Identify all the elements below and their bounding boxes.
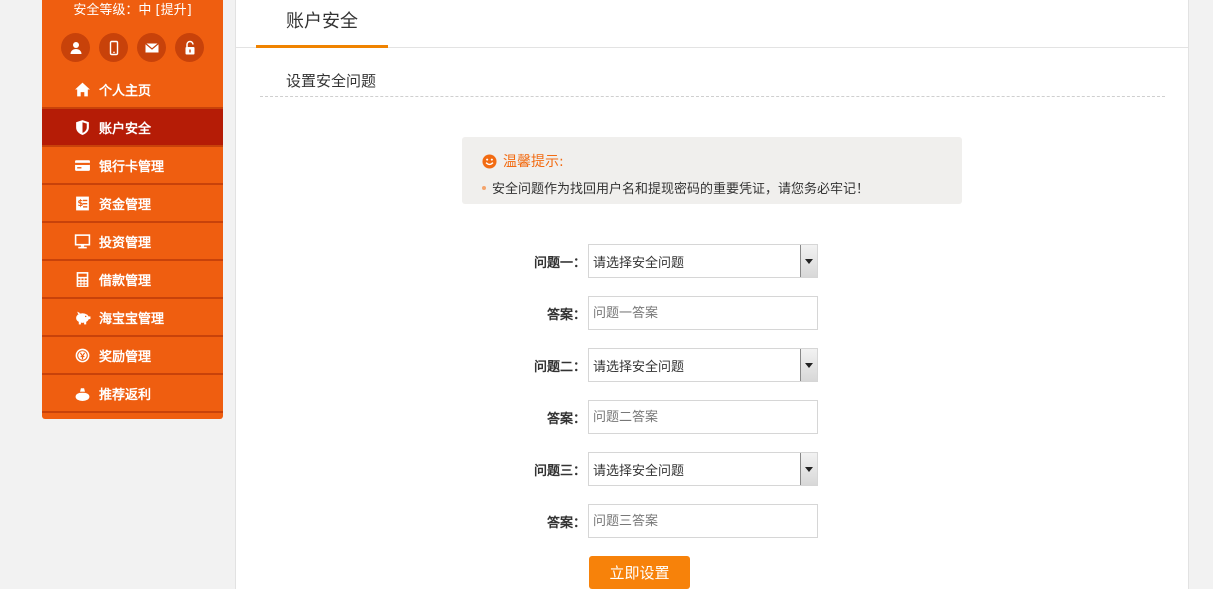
answer-3-input[interactable]	[588, 504, 818, 538]
sidebar-item-label: 借款管理	[99, 273, 152, 289]
sidebar-item-account-security[interactable]: 账户安全	[42, 109, 223, 147]
smile-icon	[482, 153, 497, 169]
tip-text-row: 安全问题作为找回用户名和提现密码的重要凭证，请您务必牢记！	[482, 178, 869, 197]
sidebar-item-label: 海宝宝管理	[99, 311, 165, 327]
shield-icon	[73, 118, 91, 136]
tip-box: 温馨提示: 安全问题作为找回用户名和提现密码的重要凭证，请您务必牢记！	[462, 137, 962, 204]
email-icon[interactable]	[137, 33, 166, 62]
submit-button[interactable]: 立即设置	[589, 556, 690, 589]
sidebar-item-funds[interactable]: $ 资金管理	[42, 185, 223, 223]
answer-2-input[interactable]	[588, 400, 818, 434]
card-icon	[73, 156, 91, 174]
sidebar-item-haibaobao[interactable]: 海宝宝管理	[42, 299, 223, 337]
security-level-text: 安全等级：中	[73, 3, 152, 18]
security-level: 安全等级：中 [提升]	[42, 0, 223, 25]
chevron-down-icon[interactable]	[800, 245, 817, 277]
tab-bar: 账户安全	[236, 0, 1188, 48]
tip-title-text: 温馨提示:	[503, 154, 564, 170]
reward-icon	[73, 346, 91, 364]
chevron-down-icon[interactable]	[800, 453, 817, 485]
piggy-bank-icon	[73, 308, 91, 326]
answer-3-label: 答案：	[546, 515, 586, 531]
phone-icon[interactable]	[99, 33, 128, 62]
chevron-down-icon[interactable]	[800, 349, 817, 381]
question-2-selected: 请选择安全问题	[593, 359, 685, 375]
sidebar-item-investment[interactable]: 投资管理	[42, 223, 223, 261]
question-2-row: 问题二： 请选择安全问题	[496, 348, 818, 382]
sidebar-item-label: 推荐返利	[99, 387, 152, 403]
sidebar: 安全等级：中 [提升] 个人主页 账户安全 银行卡管理 $ 资金管理 投资管理 …	[42, 0, 223, 419]
sidebar-item-label: 银行卡管理	[99, 159, 165, 175]
answer-2-row: 答案：	[496, 400, 818, 434]
section-title: 设置安全问题	[286, 72, 377, 90]
question-3-label: 问题三：	[533, 463, 586, 479]
home-icon	[73, 80, 91, 98]
tip-title: 温馨提示:	[482, 151, 564, 171]
sidebar-item-label: 奖励管理	[99, 349, 152, 365]
question-3-select[interactable]: 请选择安全问题	[588, 452, 818, 486]
answer-1-input[interactable]	[588, 296, 818, 330]
answer-1-row: 答案：	[496, 296, 818, 330]
question-1-select[interactable]: 请选择安全问题	[588, 244, 818, 278]
question-3-selected: 请选择安全问题	[593, 463, 685, 479]
question-1-row: 问题一： 请选择安全问题	[496, 244, 818, 278]
question-1-selected: 请选择安全问题	[593, 255, 685, 271]
sidebar-item-home[interactable]: 个人主页	[42, 71, 223, 109]
main-panel: 账户安全 设置安全问题 温馨提示: 安全问题作为找回用户名和提现密码的重要凭证，…	[235, 0, 1189, 589]
sidebar-item-label: 个人主页	[99, 83, 152, 99]
question-2-label: 问题二：	[533, 359, 586, 375]
funds-icon: $	[73, 194, 91, 212]
answer-2-label: 答案：	[546, 411, 586, 427]
bullet-dot	[482, 185, 486, 190]
sidebar-item-rewards[interactable]: 奖励管理	[42, 337, 223, 375]
divider	[260, 96, 1165, 97]
security-icons	[42, 25, 223, 71]
upgrade-link[interactable]: [提升]	[156, 3, 192, 18]
tab-account-security[interactable]: 账户安全	[256, 0, 388, 48]
answer-3-row: 答案：	[496, 504, 818, 538]
calculator-icon	[73, 270, 91, 288]
answer-1-label: 答案：	[546, 307, 586, 323]
unlock-icon[interactable]	[175, 33, 204, 62]
money-bag-icon	[73, 384, 91, 402]
sidebar-item-label: 资金管理	[99, 197, 152, 213]
sidebar-item-label: 账户安全	[99, 121, 152, 137]
tip-text: 安全问题作为找回用户名和提现密码的重要凭证，请您务必牢记！	[492, 182, 870, 197]
sidebar-item-label: 投资管理	[99, 235, 152, 251]
sidebar-nav: 个人主页 账户安全 银行卡管理 $ 资金管理 投资管理 借款管理 海宝宝管理 奖…	[42, 71, 223, 413]
question-1-label: 问题一：	[533, 255, 586, 271]
user-icon[interactable]	[61, 33, 90, 62]
question-2-select[interactable]: 请选择安全问题	[588, 348, 818, 382]
monitor-icon	[73, 232, 91, 250]
sidebar-item-bank-card[interactable]: 银行卡管理	[42, 147, 223, 185]
sidebar-item-referral[interactable]: 推荐返利	[42, 375, 223, 413]
svg-text:$: $	[77, 199, 83, 209]
question-3-row: 问题三： 请选择安全问题	[496, 452, 818, 486]
sidebar-item-loan[interactable]: 借款管理	[42, 261, 223, 299]
